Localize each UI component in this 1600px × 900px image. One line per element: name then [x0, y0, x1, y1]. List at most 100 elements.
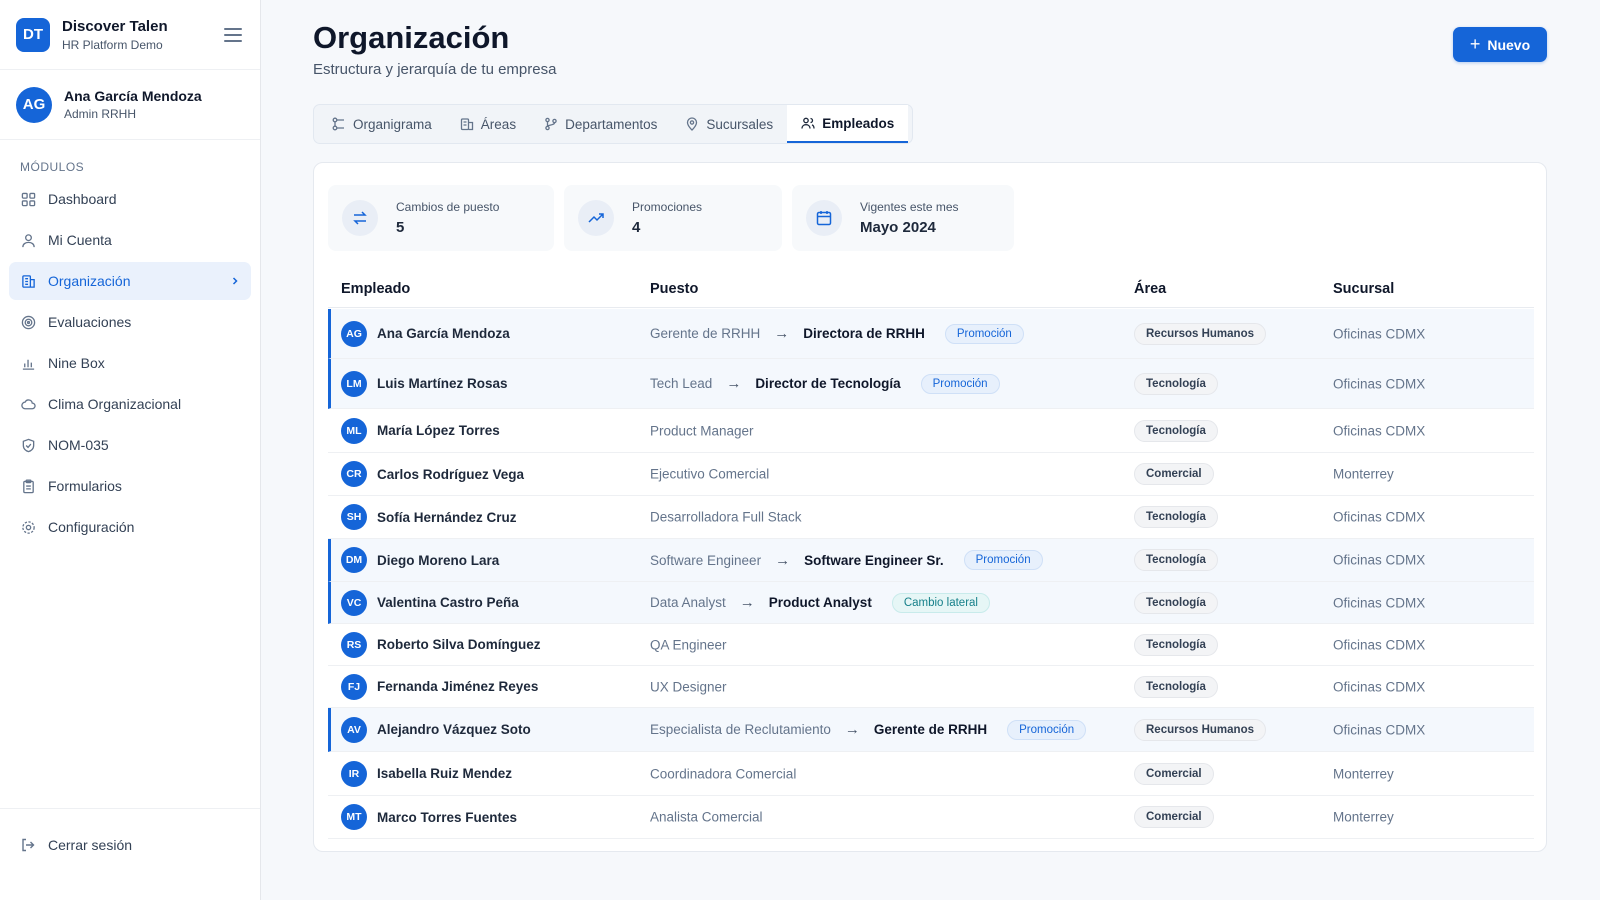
- tab-label: Departamentos: [565, 116, 658, 132]
- tab-organigrama[interactable]: Organigrama: [318, 105, 446, 143]
- shield-icon: [20, 437, 36, 453]
- table-row[interactable]: LM Luis Martínez Rosas Tech Lead → Director …: [328, 359, 1534, 409]
- sidebar-item-clima[interactable]: Clima Organizacional: [9, 385, 251, 423]
- user-icon: [20, 232, 36, 248]
- employee-name: Ana García Mendoza: [377, 326, 510, 341]
- branch-cell: Monterrey: [1333, 810, 1394, 825]
- table-row[interactable]: RS Roberto Silva Domínguez QA Engineer Tecn…: [328, 624, 1534, 666]
- position-cell: QA Engineer: [650, 637, 727, 652]
- employee-cell: VC Valentina Castro Peña: [341, 589, 519, 616]
- tab-label: Empleados: [822, 115, 895, 131]
- tab-areas[interactable]: Áreas: [446, 105, 530, 143]
- area-badge: Tecnología: [1134, 372, 1218, 395]
- employee-cell: IR Isabella Ruiz Mendez: [341, 760, 512, 787]
- table-row[interactable]: SH Sofía Hernández Cruz Desarrolladora Ful…: [328, 496, 1534, 539]
- position-cell: UX Designer: [650, 679, 727, 694]
- employee-name: Valentina Castro Peña: [377, 595, 519, 610]
- branch-cell: Oficinas CDMX: [1333, 326, 1425, 341]
- area-badge: Tecnología: [1134, 419, 1218, 442]
- sidebar-item-label: Dashboard: [48, 191, 117, 207]
- user-avatar: AG: [16, 86, 52, 123]
- sidebar-item-dashboard[interactable]: Dashboard: [9, 180, 251, 218]
- position-new: Software Engineer Sr.: [804, 552, 944, 568]
- branch-name: Oficinas CDMX: [1333, 326, 1426, 341]
- employees-panel: Cambios de puesto 5 Promociones 4 Vigent…: [313, 162, 1547, 852]
- column-header-employee[interactable]: Empleado: [341, 281, 410, 297]
- new-button[interactable]: + Nuevo: [1453, 27, 1547, 62]
- tab-departamentos[interactable]: Departamentos: [530, 105, 671, 143]
- tab-sucursales[interactable]: Sucursales: [671, 105, 787, 143]
- stat-text: Promociones 4: [632, 200, 702, 236]
- sidebar-item-nom-035[interactable]: NOM-035: [9, 426, 251, 464]
- sidebar-item-configuracion[interactable]: Configuración: [9, 508, 251, 546]
- tab-empleados[interactable]: Empleados: [787, 105, 909, 143]
- change-type-badge: Promoción: [920, 373, 1000, 394]
- users-icon: [801, 116, 815, 130]
- stat-text: Vigentes este mes Mayo 2024: [860, 200, 959, 236]
- trending-up-icon: [578, 200, 614, 236]
- logout-button[interactable]: Cerrar sesión: [9, 829, 251, 861]
- position-new: Director de Tecnología: [755, 376, 901, 391]
- employee-avatar: VC: [341, 589, 367, 616]
- grid-icon: [20, 191, 36, 207]
- branch-name: Oficinas CDMX: [1333, 637, 1426, 652]
- menu-toggle-icon[interactable]: [224, 27, 242, 42]
- table-row[interactable]: AG Ana García Mendoza Gerente de RRHH → Dire…: [328, 309, 1534, 359]
- stat-card-vigentes: Vigentes este mes Mayo 2024: [792, 185, 1014, 251]
- sidebar-item-nine-box[interactable]: Nine Box: [9, 344, 251, 382]
- employee-cell: RS Roberto Silva Domínguez: [341, 631, 541, 658]
- area-cell: Recursos Humanos: [1134, 322, 1267, 345]
- branch-name: Oficinas CDMX: [1333, 679, 1426, 694]
- change-type-badge: Cambio lateral: [891, 592, 990, 613]
- position-current: Tech Lead: [650, 376, 713, 391]
- page-subtitle: Estructura y jerarquía de tu empresa: [313, 61, 557, 78]
- sidebar-item-mi-cuenta[interactable]: Mi Cuenta: [9, 221, 251, 259]
- branch-name: Monterrey: [1333, 766, 1394, 781]
- user-card: AG Ana García Mendoza Admin RRHH: [0, 70, 260, 140]
- branch-cell: Oficinas CDMX: [1333, 722, 1425, 737]
- building-icon: [460, 117, 474, 131]
- brand-name: Discover Talen: [62, 17, 168, 35]
- sidebar-item-formularios[interactable]: Formularios: [9, 467, 251, 505]
- employee-avatar: AG: [341, 320, 367, 347]
- map-pin-icon: [685, 117, 699, 131]
- column-header-branch[interactable]: Sucursal: [1333, 281, 1394, 297]
- employee-cell: LM Luis Martínez Rosas: [341, 370, 508, 397]
- tab-label: Organigrama: [353, 116, 432, 132]
- sidebar-item-organizacion[interactable]: Organización: [9, 262, 251, 300]
- table-row[interactable]: DM Diego Moreno Lara Software Engineer → Sof…: [328, 539, 1534, 582]
- position-cell: Product Manager: [650, 423, 754, 438]
- position-current: UX Designer: [650, 679, 727, 694]
- change-type-badge: Promoción: [963, 550, 1043, 570]
- area-cell: Recursos Humanos: [1134, 718, 1267, 741]
- employee-cell: DM Diego Moreno Lara: [341, 547, 499, 573]
- table-row[interactable]: IR Isabella Ruiz Mendez Coordinadora Comer…: [328, 752, 1534, 796]
- position-current: Analista Comercial: [650, 809, 763, 825]
- position-cell: Tech Lead → Director de Tecnología Promoció…: [650, 373, 1000, 394]
- stat-value: Mayo 2024: [860, 219, 936, 236]
- position-current: Desarrolladora Full Stack: [650, 509, 802, 525]
- table-row[interactable]: CR Carlos Rodríguez Vega Ejecutivo Comerci…: [328, 453, 1534, 496]
- sidebar-item-label: Evaluaciones: [48, 314, 132, 330]
- employee-table-body: AG Ana García Mendoza Gerente de RRHH → Dire…: [328, 309, 1534, 839]
- table-row[interactable]: AV Alejandro Vázquez Soto Especialista de …: [328, 708, 1534, 752]
- sidebar-item-evaluaciones[interactable]: Evaluaciones: [9, 303, 251, 341]
- target-icon: [20, 314, 36, 330]
- area-cell: Tecnología: [1134, 506, 1218, 528]
- employee-avatar: CR: [341, 461, 367, 487]
- area-badge: Tecnología: [1134, 549, 1218, 571]
- table-row[interactable]: MT Marco Torres Fuentes Analista Comercial…: [328, 796, 1534, 839]
- table-row[interactable]: VC Valentina Castro Peña Data Analyst → Prod…: [328, 582, 1534, 624]
- sidebar: DT Discover Talen HR Platform Demo AG An…: [0, 0, 261, 900]
- column-header-area[interactable]: Área: [1134, 281, 1166, 297]
- employee-name: Diego Moreno Lara: [377, 552, 500, 568]
- employee-cell: MT Marco Torres Fuentes: [341, 804, 517, 830]
- table-row[interactable]: ML María López Torres Product Manager Tecno…: [328, 409, 1534, 453]
- table-row[interactable]: FJ Fernanda Jiménez Reyes UX Designer Tecno…: [328, 666, 1534, 708]
- brand-text: Discover Talen HR Platform Demo: [62, 18, 224, 52]
- area-badge: Comercial: [1134, 463, 1214, 485]
- position-current: Product Manager: [650, 423, 754, 438]
- column-header-position[interactable]: Puesto: [650, 281, 698, 297]
- position-cell: Ejecutivo Comercial: [650, 467, 769, 482]
- branch-name: Oficinas CDMX: [1333, 722, 1426, 737]
